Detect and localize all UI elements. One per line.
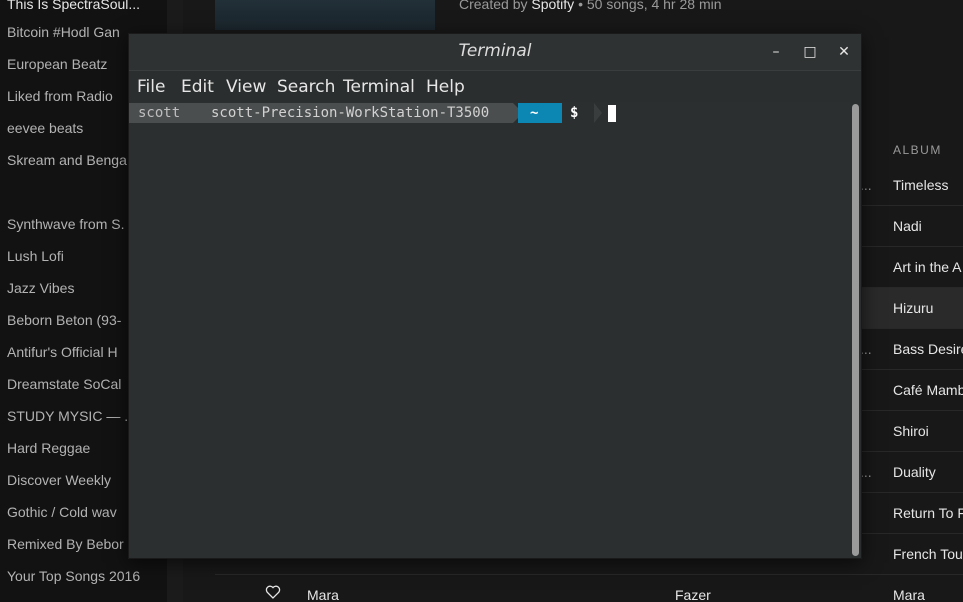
playlist-owner-link[interactable]: Spotify <box>531 0 574 12</box>
track-album[interactable]: Café Mamb <box>893 382 963 398</box>
text-cursor <box>608 105 616 122</box>
close-icon: ✕ <box>838 44 850 60</box>
track-title[interactable]: Mara <box>307 587 339 602</box>
track-album[interactable]: Bass Desire <box>893 341 963 357</box>
title-bar[interactable]: Terminal – □ ✕ <box>129 34 861 70</box>
track-album[interactable]: Return To F <box>893 505 963 521</box>
menu-view[interactable]: View <box>226 77 266 97</box>
created-by-prefix: Created by <box>459 0 528 12</box>
close-button[interactable]: ✕ <box>834 42 854 62</box>
minimize-icon: – <box>772 44 780 60</box>
track-album[interactable]: Shiroi <box>893 423 929 439</box>
maximize-icon: □ <box>803 44 817 60</box>
prompt-user: scott <box>129 103 195 123</box>
prompt-directory: ~ <box>518 103 562 123</box>
menu-bar: File Edit View Search Terminal Help <box>129 70 861 102</box>
playlist-meta: • 50 songs, 4 hr 28 min <box>578 0 722 12</box>
track-row[interactable]: Mara Fazer Mara <box>215 578 963 602</box>
menu-help[interactable]: Help <box>426 77 465 97</box>
playlist-cover <box>215 0 435 30</box>
prompt-host: scott-Precision-WorkStation-T3500 <box>195 103 513 123</box>
heart-icon[interactable] <box>265 584 281 600</box>
track-album[interactable]: Mara <box>893 587 925 602</box>
menu-file[interactable]: File <box>137 77 165 97</box>
track-album[interactable]: Duality <box>893 464 936 480</box>
track-artist[interactable]: Fazer <box>675 587 711 602</box>
track-album[interactable]: Art in the A <box>893 259 961 275</box>
terminal-content[interactable]: scott scott-Precision-WorkStation-T3500 … <box>129 102 851 558</box>
sidebar-playlist[interactable]: This Is SpectraSoul... <box>7 0 167 13</box>
sidebar-playlist[interactable]: Your Top Songs 2016 <box>7 567 167 585</box>
menu-terminal[interactable]: Terminal <box>343 77 415 97</box>
playlist-created-by: Created by Spotify • 50 songs, 4 hr 28 m… <box>459 0 722 12</box>
track-album[interactable]: Timeless <box>893 177 949 193</box>
minimize-button[interactable]: – <box>766 42 786 62</box>
menu-search[interactable]: Search <box>277 77 335 97</box>
terminal-window[interactable]: Terminal – □ ✕ File Edit View Search Ter… <box>128 33 862 559</box>
vertical-scrollbar[interactable] <box>852 104 859 556</box>
window-title: Terminal <box>458 41 532 61</box>
prompt-separator <box>594 103 602 123</box>
prompt-symbol: $ <box>562 103 594 123</box>
column-header-album[interactable]: ALBUM <box>893 143 942 157</box>
maximize-button[interactable]: □ <box>800 42 820 62</box>
track-album[interactable]: French Tou <box>893 546 963 562</box>
track-album[interactable]: Hizuru <box>893 300 933 316</box>
menu-edit[interactable]: Edit <box>181 77 214 97</box>
track-album[interactable]: Nadi <box>893 218 922 234</box>
